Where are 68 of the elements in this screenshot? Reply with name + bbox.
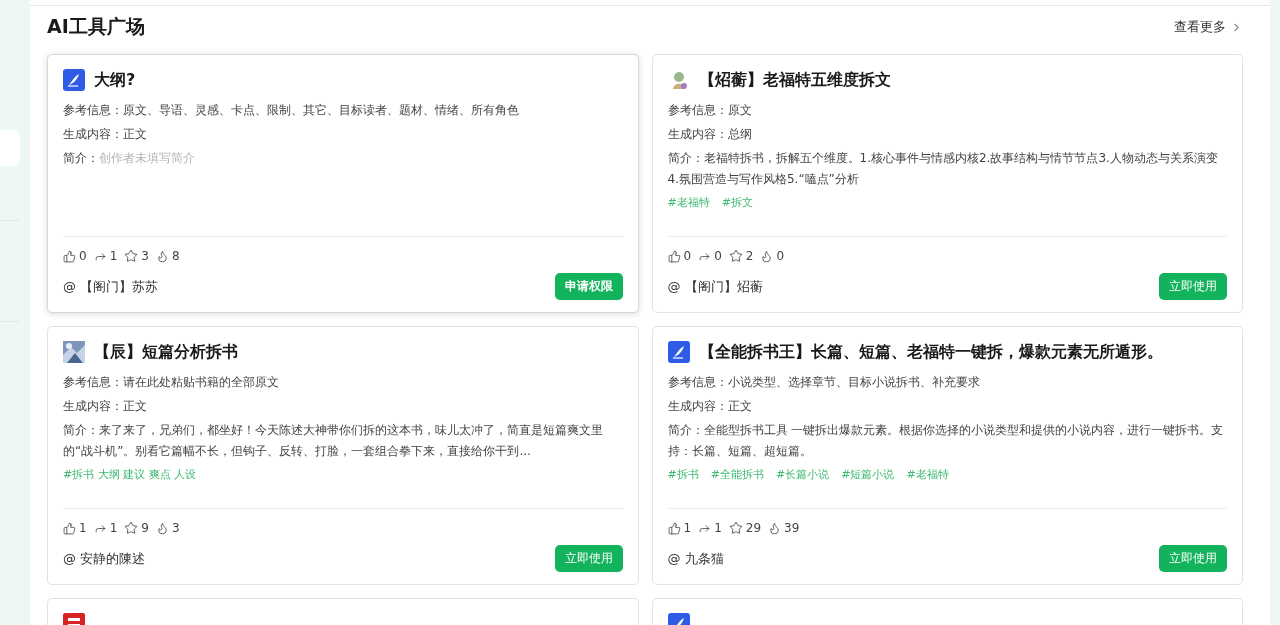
share-count: 1 [109, 249, 118, 263]
tool-title: 大纲? [94, 69, 136, 91]
intro-text: 简介：来了来了，兄弟们，都坐好！今天陈述大神带你们拆的这本书，味儿太冲了，简直是短篇爽文里的“战斗机”。别看它篇幅不长，但钩子、反转、打脸，一套组合拳下来，直接给你干到... [63, 422, 604, 460]
quill-icon [63, 69, 85, 91]
author-name: @ 【阁门】炤蘅 [667, 277, 763, 296]
output-info: 生成内容：正文 [63, 398, 148, 415]
tool-card[interactable]: 大纲? 参考信息：原文、导语、灵感、卡点、限制、其它、目标读者、题材、情绪、所有角色 生成内容：正文 简介：创作者未填写简介 0 1 3 8 @ 【阁门】苏苏 申请权限 [47, 54, 639, 313]
thumbs-up-icon[interactable] [667, 521, 681, 535]
star-count: 3 [141, 249, 149, 263]
output-info: 生成内容：正文 [63, 126, 148, 143]
author-name: @ 九条猫 [667, 549, 724, 568]
star-count: 29 [745, 521, 762, 535]
tool-title: 【辰】短篇分析拆书 [94, 341, 238, 363]
tool-title: 【全能拆书王】长篇、短篇、老福特一键拆，爆款元素无所遁形。 [698, 341, 1163, 363]
tag[interactable]: #拆书 [667, 467, 699, 482]
star-count: 9 [141, 521, 149, 535]
heat-count: 0 [776, 249, 785, 263]
like-count: 0 [683, 249, 692, 263]
thumbs-up-icon[interactable] [63, 249, 76, 263]
tag[interactable]: #老福特 [667, 195, 710, 210]
star-icon[interactable] [728, 521, 743, 535]
reference-info: 参考信息：原文 [667, 102, 753, 119]
tool-card[interactable]: 【辰】短篇分析拆书 参考信息：请在此处粘贴书籍的全部原文 生成内容：正文 简介：来了来了，兄弟们，都坐好！今天陈述大神带你们拆的这本书，味儿太冲了，简直是短篇爽文里的“战斗机”。别看它篇幅不长，但钩子、反转、打脸，一套组合拳下来，直接给你干到... #拆书 大纲 建议 爽点 人设 1 1 9 3 @ 安静的陳述 立即使用 [47, 326, 639, 585]
heat-count: 39 [784, 521, 800, 535]
flame-icon [155, 521, 169, 535]
author-name: @ 【阁门】苏苏 [63, 277, 159, 296]
tag[interactable]: #全能拆书 [710, 467, 764, 482]
intro-text: 简介：全能型拆书工具 一键拆出爆款元素。根据你选择的小说类型和提供的小说内容，进行一键拆书。支持：长篇、短篇、超短篇。 [667, 422, 1225, 460]
like-count: 1 [79, 521, 87, 535]
tag[interactable]: #老福特 [906, 467, 949, 482]
action-button[interactable]: 申请权限 [554, 273, 623, 300]
intro-text: 简介：老福特拆书，拆解五个维度。1.核心事件与情感内核2.故事结构与情节节点3.人物动态与关系演变4.氛围营造与写作风格5.“嗑点”分析 [667, 150, 1219, 188]
heat-count: 8 [171, 249, 180, 263]
action-button[interactable]: 立即使用 [1159, 545, 1227, 572]
tag[interactable]: #拆书 大纲 建议 爽点 人设 [63, 467, 197, 482]
intro-text: 简介：创作者未填写简介 [63, 150, 196, 167]
star-count: 2 [745, 249, 754, 263]
like-count: 0 [79, 249, 87, 263]
heat-count: 3 [171, 521, 180, 535]
author-name: @ 安静的陳述 [63, 549, 146, 568]
reference-info: 参考信息：小说类型、选择章节、目标小说拆书、补充要求 [667, 374, 981, 391]
reference-info: 参考信息：请在此处粘贴书籍的全部原文 [63, 374, 280, 391]
reference-info: 参考信息：原文、导语、灵感、卡点、限制、其它、目标读者、题材、情绪、所有角色 [63, 102, 520, 119]
tool-card[interactable]: 【全能拆书王】长篇、短篇、老福特一键拆，爆款元素无所遁形。 参考信息：小说类型、选择章节、目标小说拆书、补充要求 生成内容：正文 简介：全能型拆书工具 一键拆出爆款元素。根据你选择的小说类型和提供的小说内容，进行一键拆书。支持：长篇、短篇、超短篇。 #拆书 #全能拆书 #长篇小说 #短篇小说 #老福特 1 1 29 39 @ 九条猫 立即使用 [651, 326, 1243, 585]
thumbs-up-icon[interactable] [63, 521, 76, 535]
share-count: 0 [714, 249, 722, 263]
flame-icon [768, 521, 782, 535]
tag[interactable]: #短篇小说 [841, 467, 895, 482]
star-icon[interactable] [728, 249, 743, 263]
star-icon[interactable] [124, 249, 139, 263]
tag[interactable]: #长篇小说 [775, 467, 830, 482]
view-more-link[interactable]: 查看更多 [1174, 18, 1243, 36]
like-count: 1 [683, 521, 692, 535]
action-button[interactable]: 立即使用 [554, 545, 623, 572]
share-count: 1 [109, 521, 118, 535]
output-info: 生成内容：正文 [667, 398, 753, 415]
tag[interactable]: #拆文 [721, 195, 753, 210]
quill-icon [667, 341, 690, 363]
flame-icon [760, 249, 774, 263]
tool-card[interactable]: 【炤蘅】老福特五维度拆文 参考信息：原文 生成内容：总纲 简介：老福特拆书，拆解五个维度。1.核心事件与情感内核2.故事结构与情节节点3.人物动态与关系演变4.氛围营造与写作风格5.“嗑点”分析 #老福特 #拆文 0 0 2 0 @ 【阁门】炤蘅 立即使用 [651, 54, 1243, 313]
action-button[interactable]: 立即使用 [1159, 273, 1227, 300]
page-title: AI工具广场 [47, 14, 145, 39]
star-icon[interactable] [124, 521, 139, 535]
flame-icon [155, 249, 169, 263]
share-count: 1 [714, 521, 722, 535]
tool-title: 【炤蘅】老福特五维度拆文 [698, 69, 891, 91]
thumbs-up-icon[interactable] [667, 249, 681, 263]
output-info: 生成内容：总纲 [667, 126, 753, 143]
